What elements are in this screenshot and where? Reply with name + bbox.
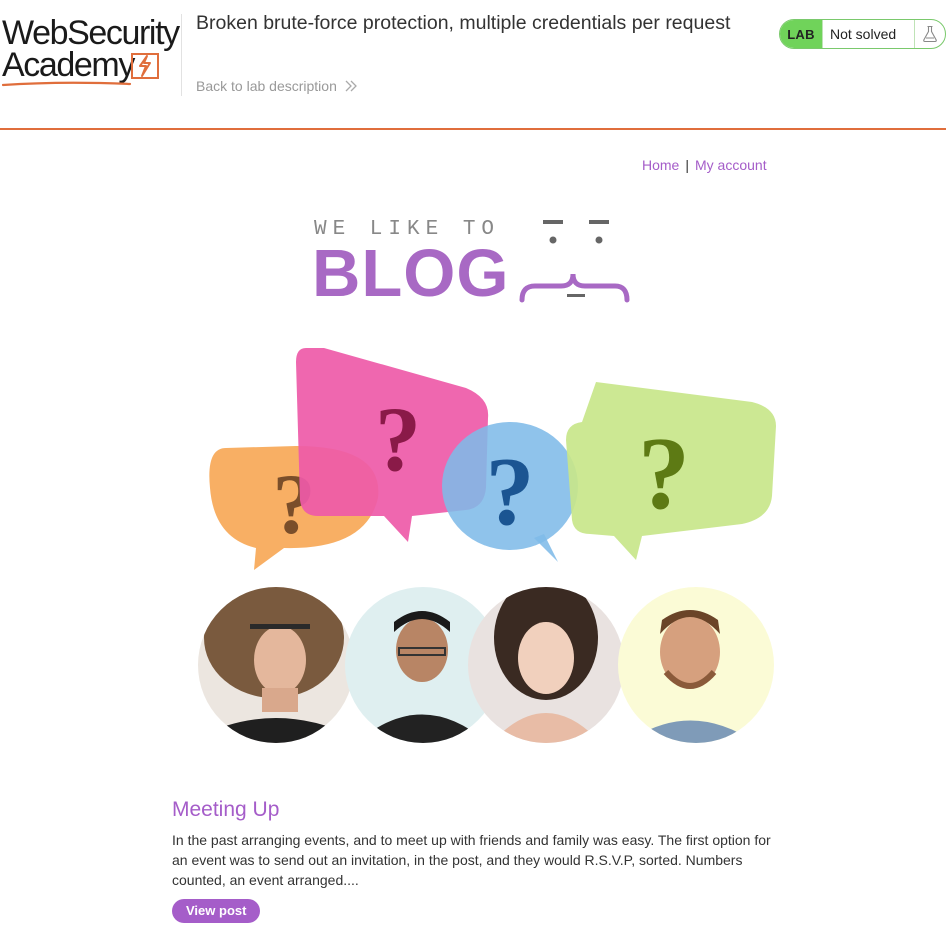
avatar-person-1 — [198, 587, 354, 743]
logo-text-line1: WebSecurity — [2, 14, 180, 52]
logo-underline-icon — [2, 81, 132, 87]
avatar-person-3 — [468, 587, 624, 743]
lab-header: WebSecurity Academy Broken brute-force p… — [0, 0, 946, 130]
svg-text:?: ? — [486, 438, 535, 546]
blog-post: Meeting Up In the past arranging events,… — [172, 797, 792, 923]
lab-title: Broken brute-force protection, multiple … — [196, 12, 731, 34]
banner-word: BLOG — [312, 236, 510, 311]
speech-bubble-blue: ? — [442, 422, 578, 562]
post-excerpt: In the past arranging events, and to mee… — [172, 832, 771, 888]
view-post-button[interactable]: View post — [172, 899, 261, 923]
header-divider — [181, 14, 182, 96]
lab-status-widget: LAB Not solved — [779, 19, 946, 49]
top-nav: Home | My account — [642, 157, 767, 173]
svg-text:?: ? — [638, 416, 690, 531]
speech-bubble-green: ? — [566, 382, 776, 560]
lightning-bolt-icon — [131, 53, 159, 79]
double-chevron-right-icon — [345, 80, 357, 92]
nav-home-link[interactable]: Home — [642, 157, 679, 173]
curly-brace-face-icon — [519, 220, 630, 303]
svg-text:?: ? — [375, 388, 421, 490]
post-title: Meeting Up — [172, 798, 280, 821]
nav-my-account-link[interactable]: My account — [695, 157, 767, 173]
nav-separator: | — [685, 157, 689, 173]
hero-illustration: ? ? ? ? — [198, 348, 776, 743]
blog-banner: WE LIKE TO BLOG — [312, 214, 632, 311]
avatar-person-4 — [618, 587, 774, 743]
lab-status-text: Not solved — [822, 20, 914, 48]
logo-text-line2: Academy — [2, 46, 135, 84]
back-to-lab-description-link[interactable]: Back to lab description — [196, 78, 357, 94]
lab-status-badge: LAB — [780, 20, 822, 48]
back-link-label: Back to lab description — [196, 78, 337, 94]
web-security-academy-logo[interactable]: WebSecurity Academy — [0, 14, 182, 87]
flask-icon[interactable] — [914, 20, 945, 48]
